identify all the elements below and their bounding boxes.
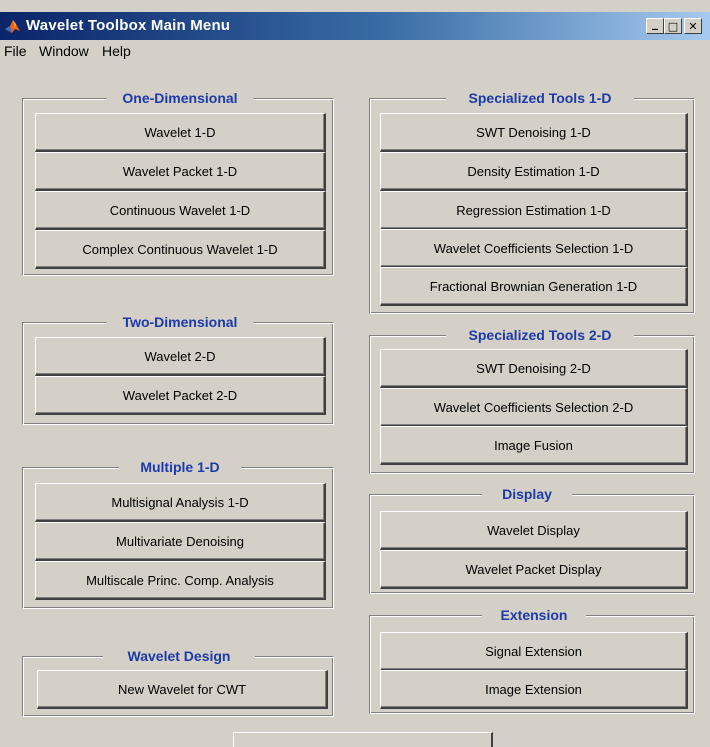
window-title: Wavelet Toolbox Main Menu	[26, 17, 231, 34]
panel-title-extension: Extension	[482, 606, 586, 624]
wavelet-packet-1d-button[interactable]: Wavelet Packet 1-D	[35, 152, 326, 191]
panel-title-one-dimensional: One-Dimensional	[107, 89, 253, 107]
wavelet-2d-button[interactable]: Wavelet 2-D	[35, 337, 326, 376]
density-estimation-1d-button[interactable]: Density Estimation 1-D	[380, 152, 688, 191]
continuous-wavelet-1d-button[interactable]: Continuous Wavelet 1-D	[35, 191, 326, 230]
image-fusion-button[interactable]: Image Fusion	[380, 426, 688, 465]
image-extension-button[interactable]: Image Extension	[380, 670, 688, 709]
panel-title-two-dimensional: Two-Dimensional	[107, 313, 253, 331]
multivariate-denoising-button[interactable]: Multivariate Denoising	[35, 522, 326, 561]
close-button[interactable]: ✕	[684, 18, 702, 34]
multiscale-pca-button[interactable]: Multiscale Princ. Comp. Analysis	[35, 561, 326, 600]
panel-title-multiple-1d: Multiple 1-D	[119, 458, 241, 476]
wavelet-packet-2d-button[interactable]: Wavelet Packet 2-D	[35, 376, 326, 415]
minimize-icon: _	[652, 16, 658, 30]
panel-title-specialized-tools-1d: Specialized Tools 1-D	[446, 89, 634, 107]
swt-denoising-1d-button[interactable]: SWT Denoising 1-D	[380, 113, 688, 152]
wavelet-coefficients-selection-1d-button[interactable]: Wavelet Coefficients Selection 1-D	[380, 229, 688, 268]
maximize-button[interactable]: □	[664, 18, 682, 34]
wavelet-coefficients-selection-2d-button[interactable]: Wavelet Coefficients Selection 2-D	[380, 388, 688, 427]
multisignal-analysis-1d-button[interactable]: Multisignal Analysis 1-D	[35, 483, 326, 522]
close-icon: ✕	[688, 19, 698, 33]
menu-file[interactable]: File	[4, 43, 27, 59]
menu-help[interactable]: Help	[102, 43, 131, 59]
maximize-icon: □	[667, 19, 679, 33]
matlab-logo-icon	[5, 20, 20, 33]
fractional-brownian-generation-1d-button[interactable]: Fractional Brownian Generation 1-D	[380, 267, 688, 306]
wavelet-1d-button[interactable]: Wavelet 1-D	[35, 113, 326, 152]
minimize-button[interactable]: _	[646, 16, 664, 34]
new-wavelet-for-cwt-button[interactable]: New Wavelet for CWT	[37, 670, 328, 709]
wavelet-packet-display-button[interactable]: Wavelet Packet Display	[380, 550, 688, 589]
panel-title-wavelet-design: Wavelet Design	[103, 647, 255, 665]
wavelet-toolbox-window: Wavelet Toolbox Main Menu _ □ ✕ File Win…	[0, 0, 710, 747]
bottom-button-partial[interactable]	[233, 732, 493, 747]
panel-title-specialized-tools-2d: Specialized Tools 2-D	[446, 326, 634, 344]
complex-continuous-wavelet-1d-button[interactable]: Complex Continuous Wavelet 1-D	[35, 230, 326, 269]
title-bar[interactable]: Wavelet Toolbox Main Menu _ □ ✕	[0, 12, 710, 40]
signal-extension-button[interactable]: Signal Extension	[380, 632, 688, 671]
swt-denoising-2d-button[interactable]: SWT Denoising 2-D	[380, 349, 688, 388]
menu-window[interactable]: Window	[39, 43, 89, 59]
regression-estimation-1d-button[interactable]: Regression Estimation 1-D	[380, 191, 688, 230]
wavelet-display-button[interactable]: Wavelet Display	[380, 511, 688, 550]
menu-bar: File Window Help	[0, 40, 710, 62]
panel-title-display: Display	[482, 485, 572, 503]
